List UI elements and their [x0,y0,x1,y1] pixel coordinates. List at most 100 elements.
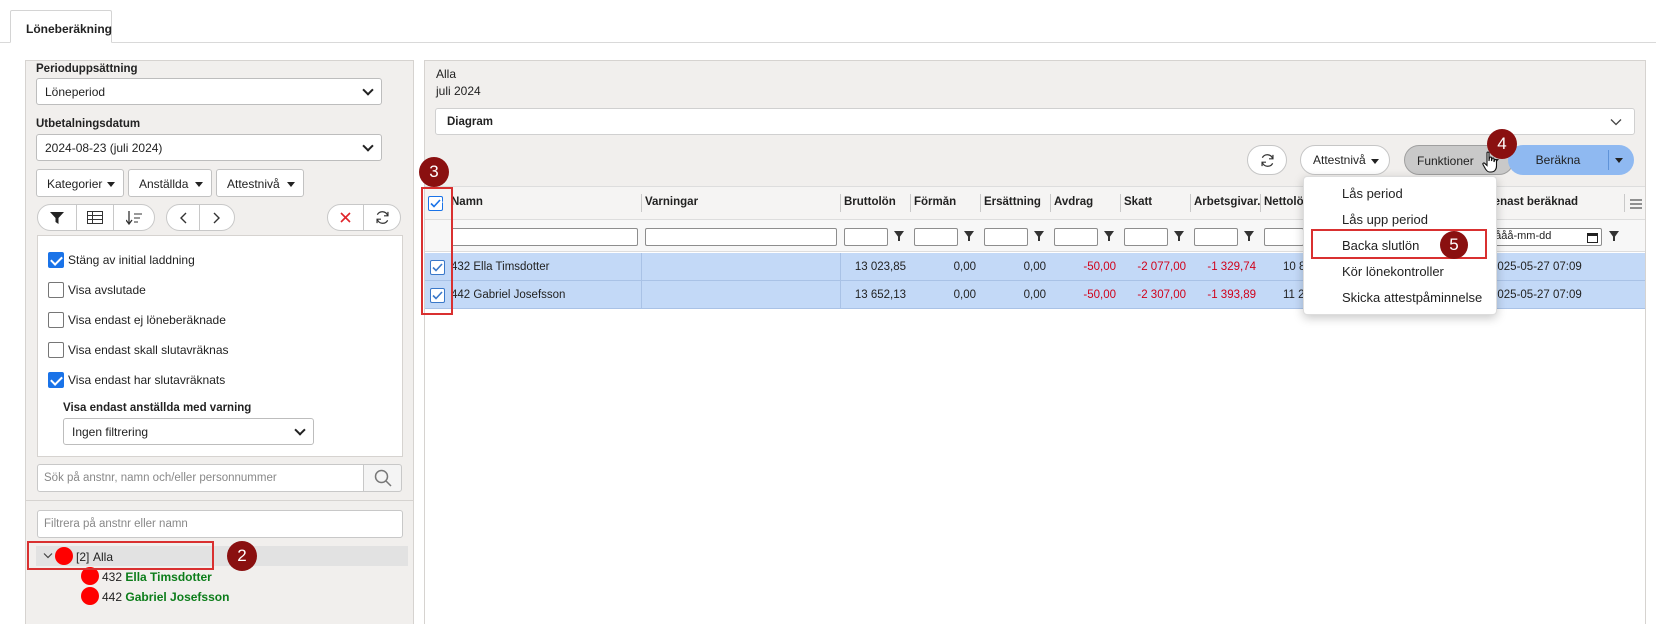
funnel-icon [50,211,64,224]
refresh-icon [1260,153,1274,167]
period-setup-select[interactable]: Löneperiod [36,78,382,105]
filter-benefit-input[interactable] [914,228,958,246]
funnel-icon[interactable] [1244,231,1254,241]
refresh-button[interactable] [1247,145,1287,175]
col-compensation[interactable]: Ersättning [984,196,1041,208]
tab-bar-divider [0,42,1656,43]
step-badge-4: 4 [1487,129,1517,159]
header-period: juli 2024 [436,84,481,98]
employee-name: Ella Timsdotter [125,570,212,584]
menu-item-run-payroll-checks[interactable]: Kör lönekontroller [1342,264,1444,279]
funnel-icon[interactable] [1609,231,1619,241]
filter-net-input[interactable] [1264,228,1304,246]
col-warnings[interactable]: Varningar [645,196,698,208]
search-input[interactable]: Sök på anstnr, namn och/eller personnumm… [37,464,364,492]
cell-compensation: 0,00 [1023,289,1046,301]
funnel-icon[interactable] [1174,231,1184,241]
employee-name: Gabriel Josefsson [125,590,230,604]
categories-label: Kategorier [47,177,103,191]
col-tax[interactable]: Skatt [1124,196,1152,208]
payment-date-select[interactable]: 2024-08-23 (juli 2024) [36,134,382,161]
col-separator [1624,194,1625,212]
employee-filter-input[interactable]: Filtrera på anstnr eller namn [37,510,403,538]
checkbox-disable-initial-load[interactable] [48,252,64,268]
funnel-icon[interactable] [964,231,974,241]
cell-deduction: -50,00 [1083,289,1116,301]
col-separator [1260,194,1261,212]
filter-compensation-input[interactable] [984,228,1028,246]
filter-view-button[interactable] [37,204,77,231]
cell-benefit: 0,00 [953,261,976,273]
cell-tax: -2 077,00 [1137,261,1186,273]
cell-net-pay: 11 2 [1283,289,1305,301]
attest-level-button-label: Attestnivå [1313,153,1366,167]
chevron-right-icon [213,212,220,223]
menu-item-unlock-period[interactable]: Lås upp period [1342,212,1428,227]
clear-filter-button[interactable] [327,204,364,231]
col-gross[interactable]: Bruttolön [844,196,896,208]
filter-name-input[interactable] [451,228,638,246]
col-employer-fee[interactable]: Arbetsgivar... [1194,196,1260,208]
menu-icon[interactable] [1630,199,1642,209]
categories-dropdown[interactable]: Kategorier [36,169,124,197]
checkbox-label-has-final-settled: Visa endast har slutavräknats [68,373,226,387]
next-button[interactable] [199,204,235,231]
diagram-label: Diagram [447,116,494,128]
checkbox-should-final-settle[interactable] [48,342,64,358]
diagram-accordion[interactable]: Diagram [435,108,1635,135]
tab-loneberakning[interactable]: Löneberäkning [10,10,112,43]
col-separator [980,194,981,212]
search-icon [374,469,392,487]
col-deduction[interactable]: Avdrag [1054,196,1093,208]
chevron-down-icon [362,140,374,152]
cell-deduction: -50,00 [1083,261,1116,273]
attest-level-dropdown[interactable]: Attestnivå [216,169,304,197]
filter-employer-input[interactable] [1194,228,1238,246]
checkbox-has-final-settled[interactable] [48,372,64,388]
filter-gross-input[interactable] [844,228,888,246]
cell-employer-fee: -1 329,74 [1207,261,1256,273]
calculate-button[interactable]: Beräkna [1508,145,1634,175]
col-name[interactable]: Namn [451,196,483,208]
cell-last-calculated: 2025-05-27 07:09 [1491,261,1582,273]
col-net-pay[interactable]: Nettolön [1264,196,1304,208]
col-last-calculated[interactable]: Senast beräknad [1486,196,1578,208]
checkbox-show-finished[interactable] [48,282,64,298]
calendar-icon[interactable] [1587,232,1598,243]
menu-item-send-attest-reminder[interactable]: Skicka attestpåminnelse [1342,290,1482,305]
attest-level-button[interactable]: Attestnivå [1300,145,1390,175]
sort-button[interactable] [113,204,155,231]
employees-dropdown[interactable]: Anställda [128,169,212,197]
table-view-button[interactable] [76,204,114,231]
funnel-icon[interactable] [894,231,904,241]
col-separator [910,194,911,212]
caret-down-icon [107,182,115,187]
tree-employee-2[interactable]: 442 Gabriel Josefsson [102,590,229,604]
chevron-down-icon [1610,119,1622,126]
filter-tax-input[interactable] [1124,228,1168,246]
filter-deduction-input[interactable] [1054,228,1098,246]
cell-tax: -2 307,00 [1137,289,1186,301]
funnel-icon[interactable] [1034,231,1044,241]
reload-button[interactable] [363,204,401,231]
table-icon [87,211,103,224]
period-setup-label: Perioduppsättning [36,63,138,75]
chevron-down-icon [294,424,306,436]
previous-button[interactable] [166,204,200,231]
checkbox-not-calculated[interactable] [48,312,64,328]
payment-date-value: 2024-08-23 (juli 2024) [45,141,163,155]
tree-employee-1[interactable]: 432 Ella Timsdotter [102,570,212,584]
menu-item-lock-period[interactable]: Lås period [1342,186,1403,201]
filter-warnings-input[interactable] [645,228,837,246]
col-separator [1050,194,1051,212]
split-divider [1608,150,1609,170]
filter-date-input[interactable]: åååå-mm-dd [1486,228,1602,246]
warning-filter-select[interactable]: Ingen filtrering [63,418,314,445]
col-benefit[interactable]: Förmån [914,196,956,208]
caret-down-icon[interactable] [1615,158,1623,163]
funnel-icon[interactable] [1104,231,1114,241]
checkbox-label-disable-initial-load: Stäng av initial laddning [68,253,195,267]
cell-gross: 13 023,85 [854,261,906,273]
cell-gross: 13 652,13 [854,289,906,301]
search-button[interactable] [363,464,402,492]
